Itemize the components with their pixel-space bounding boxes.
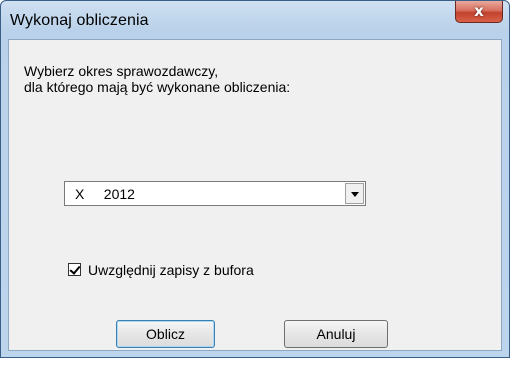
instruction-line-1: Wybierz okres sprawozdawczy, [24,63,219,79]
title-bar[interactable]: Wykonaj obliczenia x [1,1,509,39]
instruction-line-2: dla którego mają być wykonane obliczenia… [24,79,291,95]
dropdown-arrow-icon[interactable] [345,183,364,204]
instruction-text: Wybierz okres sprawozdawczy, dla którego… [24,63,290,95]
close-icon: x [474,2,484,20]
period-select[interactable]: X 2012 [64,181,366,206]
dialog-client-area: Wybierz okres sprawozdawczy, dla którego… [8,39,502,351]
period-select-value: X 2012 [75,186,135,202]
dialog-window: Wykonaj obliczenia x Wybierz okres spraw… [0,0,510,358]
calculate-button[interactable]: Oblicz [116,320,215,348]
buffer-checkbox[interactable] [68,263,81,276]
cancel-button[interactable]: Anuluj [284,320,388,348]
close-button[interactable]: x [455,1,503,23]
buffer-checkbox-label[interactable]: Uwzględnij zapisy z bufora [88,262,254,278]
window-title: Wykonaj obliczenia [10,12,149,29]
